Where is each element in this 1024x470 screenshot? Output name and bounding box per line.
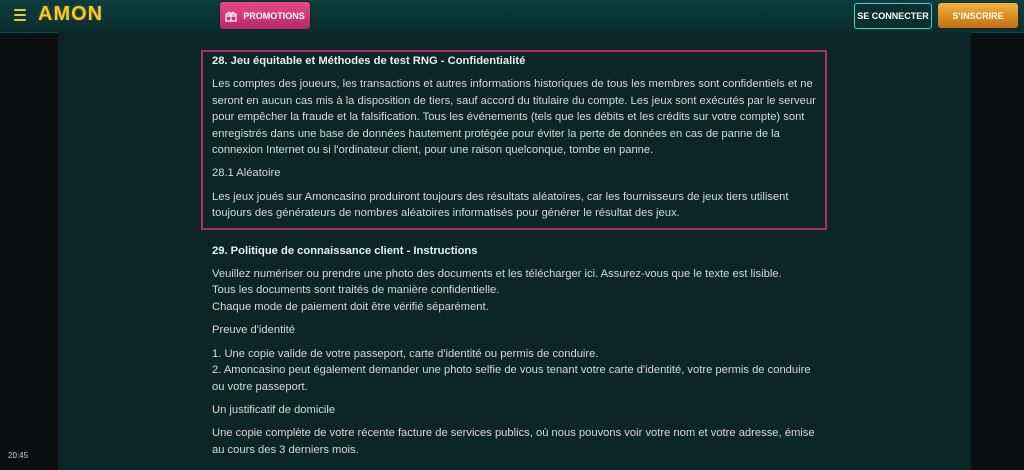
section-29-title: 29. Politique de connaissance client - I…	[212, 244, 478, 257]
login-button[interactable]: SE CONNECTER	[854, 3, 932, 29]
identity-heading: Preuve d'identité	[212, 324, 295, 337]
section-28-paragraph-2: Les jeux joués sur Amoncasino produiront…	[212, 190, 789, 220]
system-clock: 20:45	[8, 451, 29, 460]
site-logo[interactable]: AMON	[38, 3, 103, 26]
address-text: Une copie complète de votre récente fact…	[212, 427, 815, 456]
kyc-intro-line-1: Veuillez numériser ou prendre une photo …	[212, 268, 782, 281]
top-header: AMON PROMOTIONS SE CONNECTER S'INSCRIRE	[0, 0, 1024, 33]
promotions-button[interactable]: PROMOTIONS	[220, 2, 310, 29]
kyc-intro-line-3: Chaque mode de paiement doit être vérifi…	[212, 300, 489, 313]
promotions-label: PROMOTIONS	[243, 10, 305, 21]
section-28-paragraph-1: Les comptes des joueurs, les transaction…	[212, 78, 816, 157]
terms-content: 28. Jeu équitable et Méthodes de test RN…	[212, 42, 820, 458]
kyc-intro-line-2: Tous les documents sont traités de maniè…	[212, 284, 500, 297]
identity-item-2: 2. Amoncasino peut également demander un…	[212, 364, 811, 393]
section-28-title: 28. Jeu équitable et Méthodes de test RN…	[212, 55, 526, 67]
gift-icon	[225, 11, 237, 22]
signup-button[interactable]: S'INSCRIRE	[938, 3, 1018, 28]
section-28-subtitle: 28.1 Aléatoire	[212, 167, 281, 180]
address-heading: Un justificatif de domicile	[212, 403, 336, 416]
menu-icon[interactable]	[14, 9, 26, 21]
identity-item-1: 1. Une copie valide de votre passeport, …	[212, 347, 599, 360]
